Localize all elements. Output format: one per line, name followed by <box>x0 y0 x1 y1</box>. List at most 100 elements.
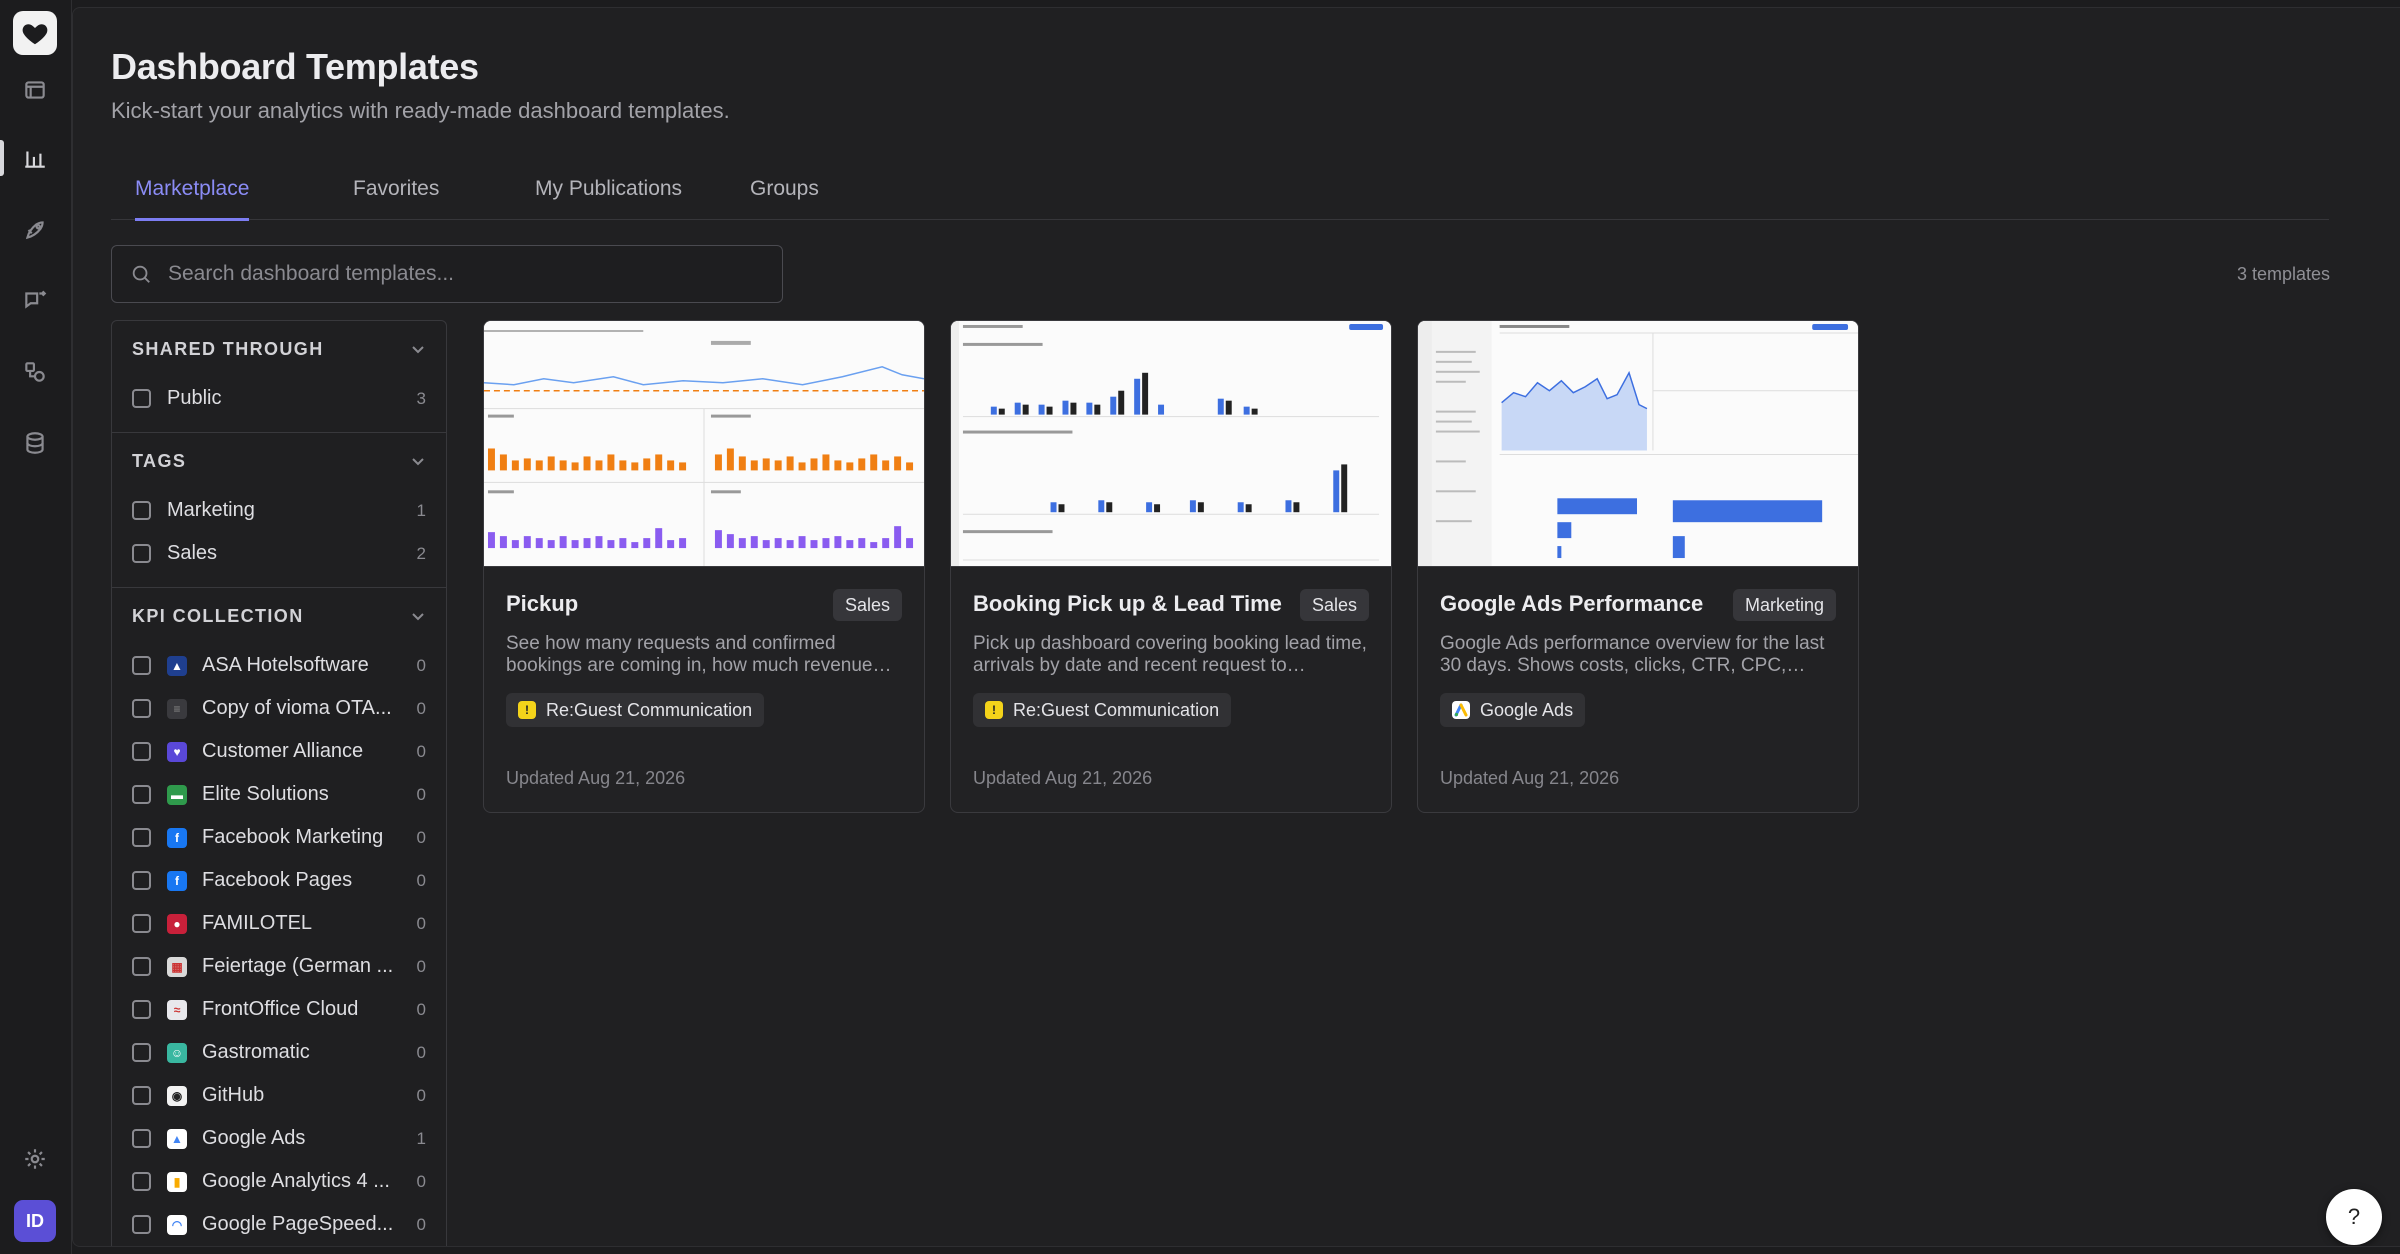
filter-sidebar: SHARED THROUGH Public 3 TAGS Marketing 1 <box>111 320 447 1246</box>
bar-chart-icon <box>25 151 45 168</box>
filter-option-kpi[interactable]: ▦ Feiertage (German ... 0 <box>132 945 426 988</box>
filter-count: 0 <box>416 1085 426 1105</box>
card-preview-image <box>1418 321 1858 567</box>
template-card[interactable]: Pickup Sales See how many requests and c… <box>483 320 925 813</box>
filter-option-kpi[interactable]: ◉ GitHub 0 <box>132 1074 426 1117</box>
card-tag-badge: Sales <box>832 589 902 621</box>
google-ads-icon: ▲ <box>167 1128 187 1149</box>
tab-marketplace[interactable]: Marketplace <box>135 158 250 221</box>
checkbox[interactable] <box>132 1043 151 1062</box>
filter-option-kpi[interactable]: ☺ Gastromatic 0 <box>132 1031 426 1074</box>
filter-option-kpi[interactable]: ● FAMILOTEL 0 <box>132 902 426 945</box>
rail-integrations[interactable] <box>20 357 50 387</box>
filter-option-kpi[interactable]: ◠ Google PageSpeed... 0 <box>132 1203 426 1246</box>
filter-section-header[interactable]: KPI COLLECTION <box>132 588 426 644</box>
checkbox[interactable] <box>132 828 151 847</box>
card-integration-chip: Google Ads <box>1440 693 1586 727</box>
checkbox[interactable] <box>132 1172 151 1191</box>
help-button[interactable]: ? <box>2326 1189 2382 1245</box>
filter-count: 0 <box>416 698 426 718</box>
tab-favorites[interactable]: Favorites <box>353 158 439 220</box>
checkbox[interactable] <box>132 914 151 933</box>
checkbox[interactable] <box>132 871 151 890</box>
checkbox[interactable] <box>132 1215 151 1234</box>
filter-count: 0 <box>416 741 426 761</box>
filter-section-tags: TAGS Marketing 1 Sales 2 <box>112 433 446 588</box>
google-analytics-icon: ▮ <box>167 1171 187 1192</box>
checkbox[interactable] <box>132 656 151 675</box>
chevron-down-icon <box>412 458 424 466</box>
filter-option-kpi[interactable]: ▬ Elite Solutions 0 <box>132 773 426 816</box>
calendar-icon: ▦ <box>167 956 187 977</box>
template-count: 3 templates <box>2236 264 2330 284</box>
filter-count: 0 <box>416 1214 426 1234</box>
checkbox[interactable] <box>132 1129 151 1148</box>
elite-solutions-icon: ▬ <box>167 784 187 805</box>
filter-section-header[interactable]: TAGS <box>132 433 426 489</box>
user-avatar[interactable]: ID <box>14 1200 56 1242</box>
reguest-icon: ! <box>985 701 1003 719</box>
filter-label: FrontOffice Cloud <box>202 998 359 1020</box>
rail-launch[interactable] <box>20 215 50 245</box>
rail-messages[interactable] <box>20 285 50 315</box>
filter-option-kpi[interactable]: f Facebook Pages 0 <box>132 859 426 902</box>
facebook-icon: f <box>167 870 187 891</box>
shapes-icon <box>25 362 45 382</box>
filter-label: Google Analytics 4 ... <box>202 1170 390 1192</box>
chevron-down-icon <box>412 346 424 354</box>
rail-settings[interactable] <box>20 1144 50 1174</box>
rail-dashboards[interactable] <box>20 75 50 105</box>
filter-section-kpi: KPI COLLECTION ▲ ASA Hotelsoftware 0 ≡ Copy … <box>112 588 446 1246</box>
filter-count: 0 <box>416 870 426 890</box>
filter-option-kpi[interactable]: ≡ Copy of vioma OTA... 0 <box>132 687 426 730</box>
filter-option-public[interactable]: Public 3 <box>132 377 426 420</box>
tab-my-publications[interactable]: My Publications <box>535 158 682 220</box>
template-card[interactable]: Booking Pick up & Lead Time Sales Pick u… <box>950 320 1392 813</box>
checkbox[interactable] <box>132 699 151 718</box>
rail-active-indicator <box>0 140 4 176</box>
card-tag-badge: Marketing <box>1732 589 1836 621</box>
rail-templates[interactable] <box>20 143 50 173</box>
gear-icon <box>25 1149 45 1169</box>
filter-count: 0 <box>416 1042 426 1062</box>
filter-count: 1 <box>416 1128 426 1148</box>
card-description: Pick up dashboard covering booking lead … <box>973 633 1367 676</box>
filter-section-title: KPI COLLECTION <box>132 605 304 626</box>
template-card[interactable]: Google Ads Performance Marketing Google … <box>1417 320 1859 813</box>
integration-label: Re:Guest Communication <box>1013 699 1220 720</box>
tab-groups[interactable]: Groups <box>750 158 819 220</box>
google-ads-icon <box>1452 701 1470 719</box>
filter-option-kpi[interactable]: ▮ Google Analytics 4 ... 0 <box>132 1160 426 1203</box>
filter-section-header[interactable]: SHARED THROUGH <box>132 321 426 377</box>
checkbox[interactable] <box>132 501 151 520</box>
checkbox[interactable] <box>132 785 151 804</box>
filter-count: 1 <box>416 500 426 520</box>
filter-option-kpi[interactable]: ▲ Google Ads 1 <box>132 1117 426 1160</box>
filter-option-kpi[interactable]: ♥ Customer Alliance 0 <box>132 730 426 773</box>
filter-label: Marketing <box>167 499 255 521</box>
filter-label: Google PageSpeed... <box>202 1213 394 1235</box>
card-updated-date: Updated Aug 21, 2026 <box>1440 768 1620 788</box>
left-rail: ID <box>0 0 72 1254</box>
heart-icon <box>22 24 48 45</box>
search-input[interactable] <box>168 262 748 286</box>
filter-option-kpi[interactable]: f Facebook Marketing 0 <box>132 816 426 859</box>
card-integration-chip: ! Re:Guest Communication <box>973 693 1232 727</box>
filter-option-kpi[interactable]: ≈ FrontOffice Cloud 0 <box>132 988 426 1031</box>
filter-option-sales[interactable]: Sales 2 <box>132 532 426 575</box>
filter-label: Sales <box>167 542 218 564</box>
checkbox[interactable] <box>132 389 151 408</box>
app-logo[interactable] <box>13 11 57 55</box>
rail-data[interactable] <box>20 428 50 458</box>
checkbox[interactable] <box>132 1000 151 1019</box>
filter-option-kpi[interactable]: ▲ ASA Hotelsoftware 0 <box>132 644 426 687</box>
pagespeed-icon: ◠ <box>167 1214 187 1235</box>
filter-count: 0 <box>416 999 426 1019</box>
search-icon <box>132 265 150 283</box>
checkbox[interactable] <box>132 957 151 976</box>
checkbox[interactable] <box>132 742 151 761</box>
checkbox[interactable] <box>132 544 151 563</box>
integration-label: Re:Guest Communication <box>546 699 753 720</box>
checkbox[interactable] <box>132 1086 151 1105</box>
filter-option-marketing[interactable]: Marketing 1 <box>132 489 426 532</box>
